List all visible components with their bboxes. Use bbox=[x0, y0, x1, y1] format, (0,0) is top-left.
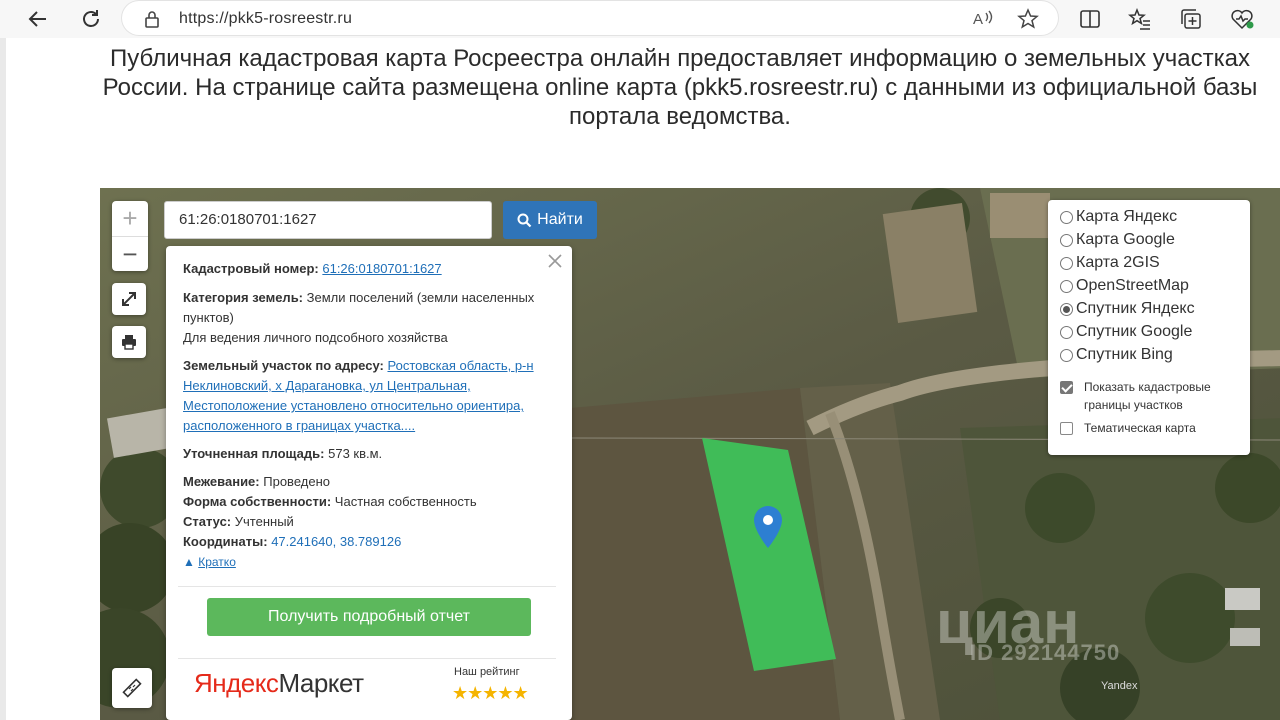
caret-up-icon[interactable]: ▲ bbox=[183, 555, 195, 569]
map-provider-label: Yandex bbox=[1101, 680, 1138, 692]
layer-label: Спутник Google bbox=[1076, 323, 1193, 340]
market-yandex-text: Яндекс bbox=[194, 668, 279, 698]
layer-option-openstreetmap[interactable]: OpenStreetMap bbox=[1060, 277, 1189, 295]
layer-option-2gis-map[interactable]: Карта 2GIS bbox=[1060, 254, 1160, 272]
layer-label: Спутник Яндекс bbox=[1076, 300, 1195, 317]
expand-icon bbox=[122, 292, 136, 306]
show-borders-checkbox[interactable] bbox=[1060, 381, 1073, 394]
area-row: Уточненная площадь: 573 кв.м. bbox=[183, 444, 558, 464]
layer-label: OpenStreetMap bbox=[1076, 277, 1189, 294]
browser-toolbar: https://pkk5-rosreestr.ru A bbox=[0, 0, 1280, 38]
ownership-value: Частная собственность bbox=[334, 494, 477, 509]
address-label: Земельный участок по адресу: bbox=[183, 358, 384, 373]
zoom-out-button[interactable]: − bbox=[112, 237, 148, 272]
ruler-icon bbox=[122, 678, 142, 698]
layer-label: Карта Яндекс bbox=[1076, 208, 1178, 225]
land-purpose: Для ведения личного подсобного хозяйства bbox=[183, 330, 448, 345]
favorite-star-icon[interactable] bbox=[1017, 8, 1039, 30]
intro-text: Публичная кадастровая карта Росреестра о… bbox=[102, 45, 1258, 130]
ruler-button[interactable] bbox=[112, 668, 152, 708]
cadastral-number-row: Кадастровый номер: 61:26:0180701:1627 bbox=[183, 259, 558, 279]
radio-button[interactable] bbox=[1060, 256, 1073, 270]
status-value: Учтенный bbox=[234, 514, 294, 529]
address-bar[interactable]: https://pkk5-rosreestr.ru A bbox=[122, 1, 1058, 35]
print-button[interactable] bbox=[112, 326, 146, 358]
layer-option-google-map[interactable]: Карта Google bbox=[1060, 231, 1175, 249]
cian-watermark-id: ID 292144750 bbox=[970, 640, 1121, 665]
browser-essentials-icon[interactable] bbox=[1229, 6, 1255, 32]
split-screen-icon[interactable] bbox=[1077, 6, 1103, 32]
address-row: Земельный участок по адресу: Ростовская … bbox=[183, 356, 558, 436]
back-arrow-icon bbox=[28, 11, 46, 27]
layer-option-yandex-satellite[interactable]: Спутник Яндекс bbox=[1060, 300, 1195, 318]
search-icon bbox=[517, 213, 532, 227]
layer-label: Спутник Bing bbox=[1076, 346, 1173, 363]
show-borders-label: Показать кадастровые границы участков bbox=[1084, 380, 1211, 412]
refresh-button[interactable] bbox=[77, 5, 105, 33]
cadastral-search-input[interactable]: 61:26:0180701:1627 bbox=[164, 201, 492, 239]
parcel-info-popup: Кадастровый номер: 61:26:0180701:1627 Ка… bbox=[166, 246, 572, 720]
cadastral-number-link[interactable]: 61:26:0180701:1627 bbox=[322, 261, 441, 276]
brief-toggle-link[interactable]: Кратко bbox=[198, 555, 236, 569]
layer-option-google-satellite[interactable]: Спутник Google bbox=[1060, 323, 1192, 341]
collections-icon[interactable] bbox=[1178, 6, 1204, 32]
radio-button[interactable] bbox=[1060, 210, 1073, 224]
get-report-button[interactable]: Получить подробный отчет bbox=[207, 598, 531, 636]
survey-value: Проведено bbox=[263, 474, 330, 489]
radio-button[interactable] bbox=[1060, 233, 1073, 247]
printer-icon bbox=[122, 335, 136, 350]
details-rows: Межевание: Проведено Форма собственности… bbox=[183, 472, 558, 572]
layer-option-yandex-map[interactable]: Карта Яндекс bbox=[1060, 208, 1177, 226]
coordinates-value[interactable]: 47.241640, 38.789126 bbox=[271, 534, 401, 549]
thematic-map-label: Тематическая карта bbox=[1084, 421, 1196, 435]
rating-stars: ★★★★★ bbox=[452, 683, 529, 703]
svg-text:A: A bbox=[973, 11, 983, 28]
area-label: Уточненная площадь: bbox=[183, 446, 325, 461]
land-category-row: Категория земель: Земли поселений (земли… bbox=[183, 288, 558, 348]
cadastral-map[interactable]: + − 61:26:0180701:1627 Найти Кадастровый… bbox=[100, 188, 1280, 720]
yandex-market-logo[interactable]: ЯндексМаркет bbox=[194, 668, 364, 699]
divider bbox=[178, 586, 556, 587]
favorites-list-icon[interactable] bbox=[1127, 6, 1153, 32]
radio-button-selected[interactable] bbox=[1060, 302, 1073, 316]
zoom-control[interactable]: + − bbox=[112, 201, 148, 271]
zoom-in-button[interactable]: + bbox=[112, 201, 148, 237]
lock-icon[interactable] bbox=[144, 10, 160, 28]
divider bbox=[178, 658, 556, 659]
rating-label: Наш рейтинг bbox=[454, 666, 520, 678]
survey-label: Межевание: bbox=[183, 474, 260, 489]
thematic-map-checkbox[interactable] bbox=[1060, 422, 1073, 435]
market-market-text: Маркет bbox=[278, 668, 364, 698]
url-text[interactable]: https://pkk5-rosreestr.ru bbox=[179, 10, 352, 28]
find-button[interactable]: Найти bbox=[503, 201, 597, 239]
layer-label: Карта Google bbox=[1076, 231, 1175, 248]
radio-button[interactable] bbox=[1060, 348, 1073, 362]
area-value: 573 кв.м. bbox=[328, 446, 383, 461]
map-layers-panel: Карта Яндекс Карта Google Карта 2GIS Ope… bbox=[1048, 200, 1250, 455]
category-label: Категория земель: bbox=[183, 290, 304, 305]
radio-button[interactable] bbox=[1060, 325, 1073, 339]
layer-label: Карта 2GIS bbox=[1076, 254, 1160, 271]
read-aloud-icon[interactable]: A bbox=[972, 8, 994, 28]
layer-option-bing-satellite[interactable]: Спутник Bing bbox=[1060, 346, 1173, 364]
ownership-label: Форма собственности: bbox=[183, 494, 332, 509]
back-button[interactable] bbox=[24, 5, 52, 33]
coordinates-label: Координаты: bbox=[183, 534, 268, 549]
cadastral-label: Кадастровый номер: bbox=[183, 261, 319, 276]
refresh-icon bbox=[83, 10, 99, 27]
status-label: Статус: bbox=[183, 514, 232, 529]
fullscreen-button[interactable] bbox=[112, 283, 146, 315]
find-button-label[interactable]: Найти bbox=[537, 211, 583, 229]
radio-button[interactable] bbox=[1060, 279, 1073, 293]
